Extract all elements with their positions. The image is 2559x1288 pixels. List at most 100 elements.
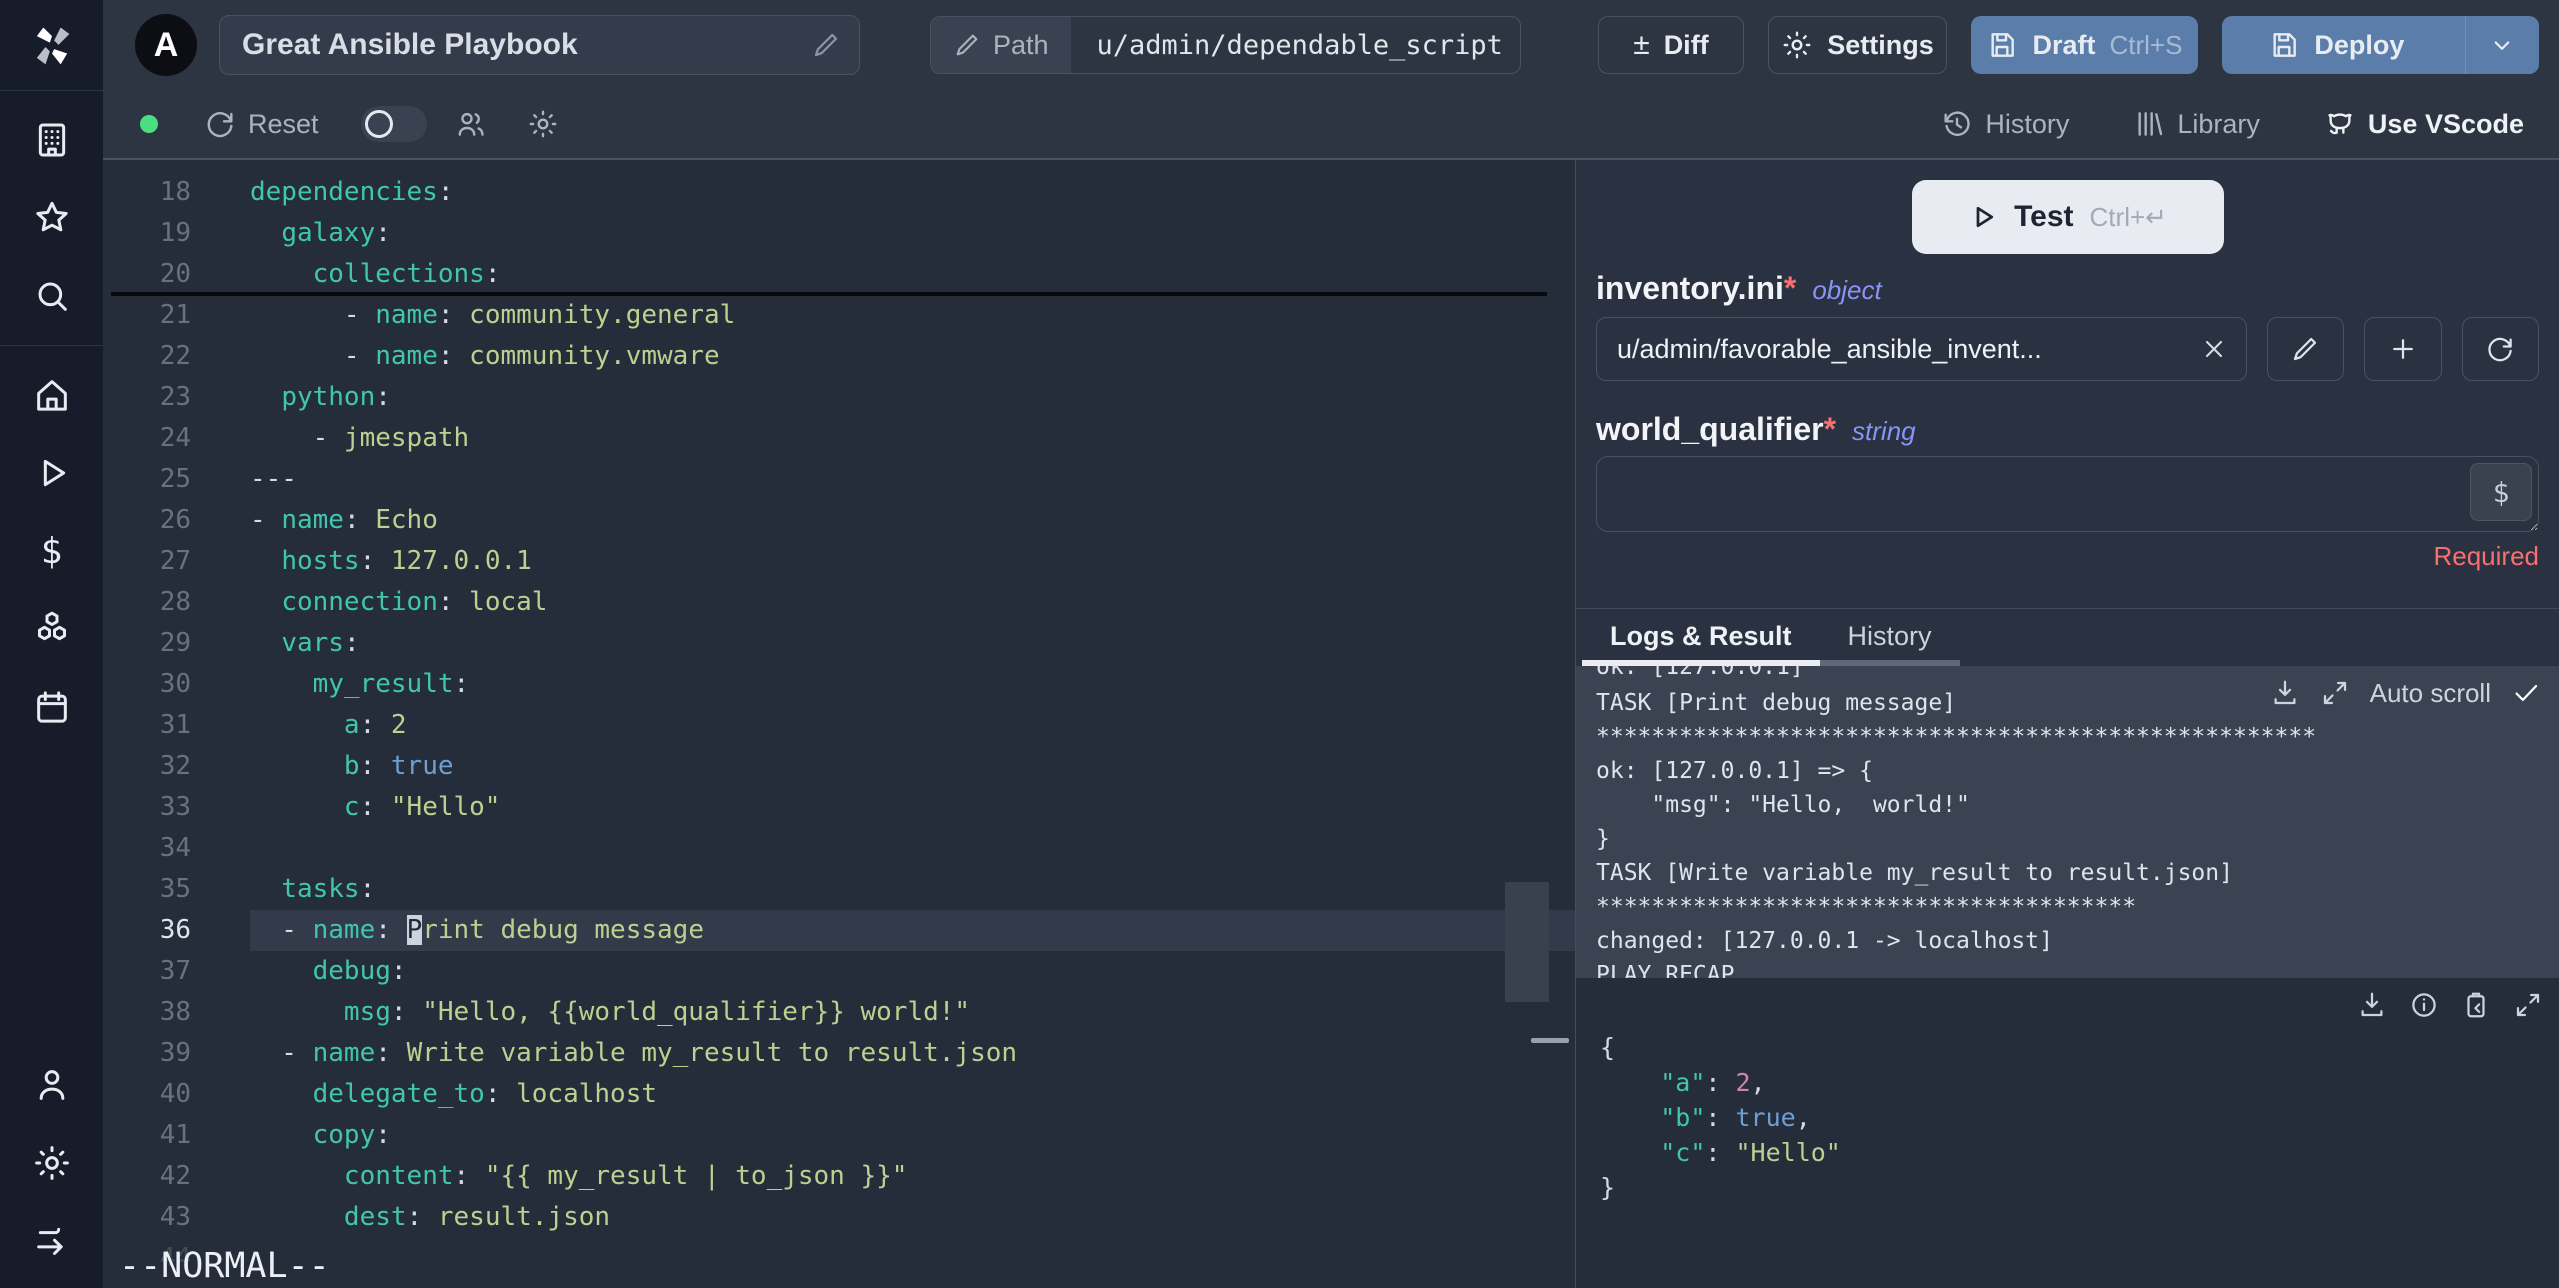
edit-pencil-icon[interactable] xyxy=(811,30,841,60)
clear-x-icon[interactable] xyxy=(2200,335,2228,363)
deploy-button[interactable]: Deploy xyxy=(2222,16,2451,74)
account-user-icon[interactable] xyxy=(30,1063,74,1107)
favorites-star-icon[interactable] xyxy=(30,196,74,240)
tab-history[interactable]: History xyxy=(1819,609,1960,666)
use-vscode-button[interactable]: Use VScode xyxy=(2324,108,2524,140)
code-line[interactable]: 20 collections: xyxy=(103,254,1575,295)
edit-resource-button[interactable] xyxy=(2266,317,2345,381)
settings-button[interactable]: Settings xyxy=(1767,16,1948,74)
history-button[interactable]: History xyxy=(1941,108,2069,140)
resources-boxes-icon[interactable] xyxy=(30,607,74,651)
code-line[interactable]: 37 debug: xyxy=(103,951,1575,992)
code-line[interactable]: 23 python: xyxy=(103,377,1575,418)
log-line: ok: [127.0.0.1] => { xyxy=(1596,758,1873,784)
deploy-menu-caret[interactable] xyxy=(2464,16,2539,74)
code-line[interactable]: 41 copy: xyxy=(103,1115,1575,1156)
status-green-dot xyxy=(140,115,158,133)
result-tabs: Logs & Result History xyxy=(1576,608,2559,666)
expand-log-icon[interactable] xyxy=(2320,678,2350,708)
result-line: "a": 2, xyxy=(1660,1068,1766,1097)
vim-mode-indicator: --NORMAL-- xyxy=(119,1246,330,1286)
expand-result-icon[interactable] xyxy=(2513,990,2543,1020)
test-button[interactable]: Test Ctrl+↵ xyxy=(1911,180,2224,254)
world-qualifier-field-label: world_qualifier* string xyxy=(1596,411,1916,447)
collaborators-users-icon[interactable] xyxy=(455,108,487,140)
reset-button[interactable]: Reset xyxy=(204,108,319,140)
code-line[interactable]: 30 my_result: xyxy=(103,664,1575,705)
code-line[interactable]: 21 - name: community.general xyxy=(103,292,1575,336)
refresh-icon xyxy=(2488,337,2512,362)
result-json: { "a": 2, "b": true, "c": "Hello"} xyxy=(1600,1030,2539,1205)
code-line[interactable]: 29 vars: xyxy=(103,623,1575,664)
result-output[interactable]: { "a": 2, "b": true, "c": "Hello"} xyxy=(1576,978,2559,1288)
code-line[interactable]: 27 hosts: 127.0.0.1 xyxy=(103,541,1575,582)
line-number: 43 xyxy=(159,1202,191,1232)
variable-picker-button[interactable]: $ xyxy=(2470,463,2532,521)
path-field[interactable]: Path u/admin/dependable_script xyxy=(929,16,1522,74)
runs-play-icon[interactable] xyxy=(30,451,74,495)
check-icon[interactable] xyxy=(2511,678,2541,708)
code-line[interactable]: 19 galaxy: xyxy=(103,213,1575,254)
code-line[interactable]: 26- name: Echo xyxy=(103,500,1575,541)
line-number: 33 xyxy=(159,792,191,822)
code-line[interactable]: 28 connection: local xyxy=(103,582,1575,623)
variables-dollar-icon[interactable]: $ xyxy=(30,529,74,573)
download-result-icon[interactable] xyxy=(2357,990,2387,1020)
inventory-input[interactable]: u/admin/favorable_ansible_invent... xyxy=(1596,317,2247,381)
code-line[interactable]: 36 - name: Print debug message xyxy=(103,910,1575,951)
code-line[interactable]: 38 msg: "Hello, {{world_qualifier}} worl… xyxy=(103,992,1575,1033)
vscode-icon xyxy=(2328,113,2352,135)
refresh-resource-button[interactable] xyxy=(2461,317,2539,381)
code-line[interactable]: 39 - name: Write variable my_result to r… xyxy=(103,1033,1575,1074)
line-number: 23 xyxy=(159,382,191,412)
sidebar-divider xyxy=(0,345,103,346)
diff-toggle[interactable] xyxy=(360,106,427,142)
world-qualifier-input[interactable] xyxy=(1596,456,2539,532)
settings-gear-icon[interactable] xyxy=(30,1141,74,1185)
code-line[interactable]: 25 --- xyxy=(103,459,1575,500)
code-line[interactable]: 18 dependencies: xyxy=(103,172,1575,213)
library-button[interactable]: Library xyxy=(2133,108,2260,140)
editor-settings-gear-icon[interactable] xyxy=(527,108,559,140)
script-title-input[interactable]: Great Ansible Playbook xyxy=(219,15,860,75)
code-line[interactable]: 31 a: 2 xyxy=(103,705,1575,746)
line-number: 42 xyxy=(159,1161,191,1191)
path-value: u/admin/dependable_script xyxy=(1096,29,1503,61)
line-number: 29 xyxy=(159,628,191,658)
line-number: 30 xyxy=(159,669,191,699)
copy-clipboard-icon[interactable] xyxy=(2461,990,2491,1020)
home-icon[interactable] xyxy=(30,373,74,417)
diff-button[interactable]: ± Diff xyxy=(1598,16,1744,74)
line-number: 18 xyxy=(159,177,191,207)
draft-button[interactable]: Draft Ctrl+S xyxy=(1971,16,2198,74)
code-line[interactable]: 42 content: "{{ my_result | to_json }}" xyxy=(103,1156,1575,1197)
tab-logs-result[interactable]: Logs & Result xyxy=(1582,609,1820,666)
code-line[interactable]: 34 xyxy=(103,828,1575,869)
workspace-building-icon[interactable] xyxy=(30,118,74,162)
editor-scrollbar-thumb[interactable] xyxy=(1505,882,1549,1002)
code-line[interactable]: 32 b: true xyxy=(103,746,1575,787)
code-editor[interactable]: 18 dependencies: 19 galaxy: 20 collections:… xyxy=(103,160,1575,1288)
logout-icon[interactable] xyxy=(30,1219,74,1263)
info-icon[interactable] xyxy=(2409,990,2439,1020)
schedules-calendar-icon[interactable] xyxy=(30,685,74,729)
play-icon xyxy=(1976,206,1994,228)
code-line[interactable]: 40 delegate_to: localhost xyxy=(103,1074,1575,1115)
windmill-logo-icon[interactable] xyxy=(26,14,78,80)
code-line[interactable]: 33 c: "Hello" xyxy=(103,787,1575,828)
inventory-field-label: inventory.ini* object xyxy=(1596,270,1882,306)
code-line[interactable]: 22 - name: community.vmware xyxy=(103,336,1575,377)
search-icon[interactable] xyxy=(30,274,74,318)
log-output[interactable]: ok: [127.0.0.1] Auto scroll TASK [Print … xyxy=(1576,666,2559,978)
line-number: 25 xyxy=(159,464,191,494)
code-line[interactable]: 35 tasks: xyxy=(103,869,1575,910)
download-log-icon[interactable] xyxy=(2270,678,2300,708)
deploy-split-button[interactable]: Deploy xyxy=(2221,16,2539,74)
required-asterisk: * xyxy=(1783,270,1797,306)
panel-resize-handle[interactable] xyxy=(1531,1038,1569,1043)
add-resource-button[interactable] xyxy=(2364,317,2442,381)
code-line[interactable]: 24 - jmespath xyxy=(103,418,1575,459)
pencil-icon xyxy=(2294,337,2317,361)
code-line[interactable]: 43 dest: result.json xyxy=(103,1197,1575,1238)
log-line: } xyxy=(1596,826,1610,852)
